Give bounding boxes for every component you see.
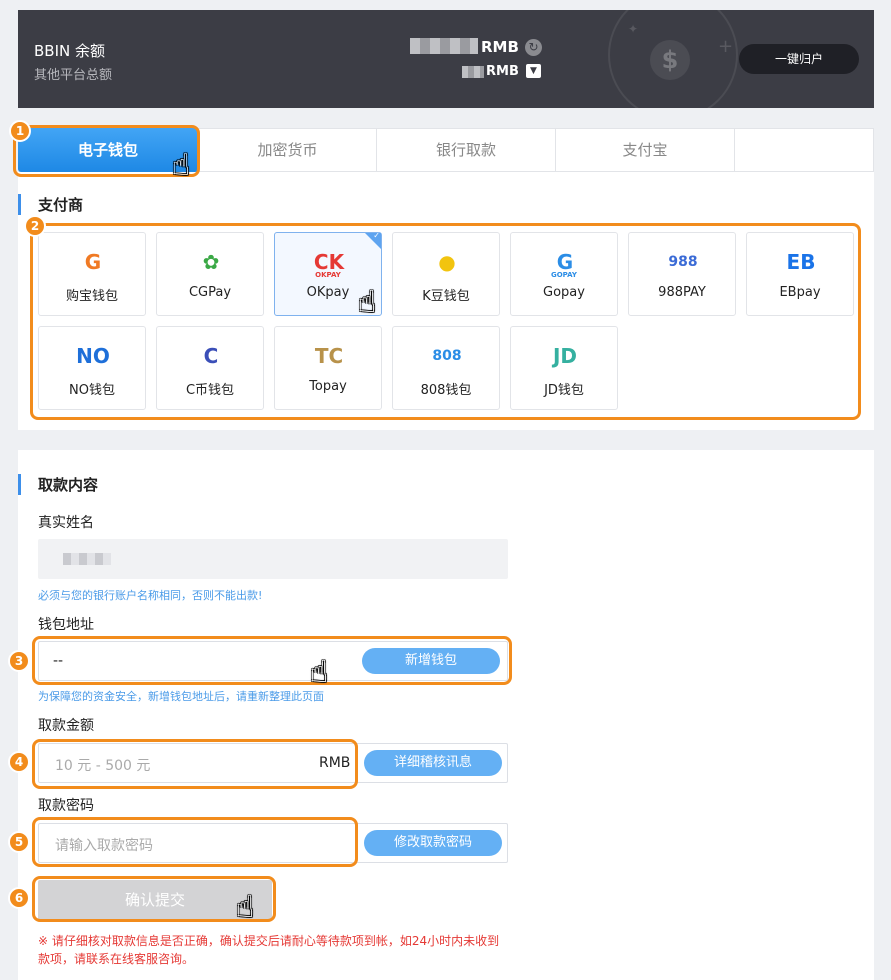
hidden-other-amount (462, 66, 484, 78)
provider-topay[interactable]: TC Topay (274, 326, 382, 410)
tab-e-wallet[interactable]: 电子钱包 (18, 128, 198, 172)
real-name-label: 真实姓名 (38, 515, 94, 531)
provider-logo-icon: G (84, 250, 102, 274)
provider-ebpay[interactable]: EB EBpay (746, 232, 854, 316)
add-wallet-button[interactable]: 新增钱包 (362, 648, 500, 674)
step-badge: 2 (24, 215, 46, 237)
sparkle-icon: ✦ (628, 22, 639, 36)
tab-alipay[interactable]: 支付宝 (555, 128, 735, 172)
provider-name: 购宝钱包 (65, 289, 118, 304)
provider-988pay[interactable]: 988 988PAY (628, 232, 736, 316)
pointer-hand-icon: ☝ (236, 890, 255, 925)
provider-name: Gopay (543, 285, 585, 300)
provider-logo-caption: OKPAY (315, 271, 341, 279)
payment-providers-card: 支付商 G 购宝钱包 ✿ CGPay CK OKPAY OKpay ✓ ● K豆钱包 G GOPAY G… (18, 172, 874, 430)
chevron-down-icon[interactable]: ▼ (526, 64, 541, 78)
tab-empty (734, 128, 874, 172)
provider-logo-icon: NO (76, 344, 110, 368)
warning-text: ※ 请仔细核对取款信息是否正确，确认提交后请耐心等待款项到帐，如24小时内未收到… (38, 934, 500, 966)
real-name-field (38, 539, 508, 579)
recall-all-button[interactable]: 一键归户 (739, 44, 859, 74)
provider-jd[interactable]: JD JD钱包 (510, 326, 618, 410)
refresh-icon[interactable]: ↻ (525, 39, 542, 56)
provider-name: CGPay (188, 285, 232, 300)
other-currency: RMB (486, 64, 519, 79)
main-currency: RMB (481, 38, 519, 56)
sparkle-icon: + (718, 36, 734, 57)
hidden-balance-amount (410, 38, 478, 54)
withdraw-method-tabs: 电子钱包 加密货币 银行取款 支付宝 (18, 128, 874, 172)
coin-icon: $ (650, 40, 690, 80)
provider-name: 808钱包 (420, 383, 472, 398)
pointer-hand-icon: ☝ (310, 655, 329, 690)
provider-name: C币钱包 (185, 383, 235, 398)
password-label: 取款密码 (38, 798, 94, 814)
provider-name: EBpay (779, 285, 821, 300)
provider-name: NO钱包 (69, 383, 115, 398)
form-section-title: 取款内容 (18, 474, 98, 495)
amount-unit: RMB (319, 755, 351, 771)
provider-no[interactable]: NO NO钱包 (38, 326, 146, 410)
provider-cgpay[interactable]: ✿ CGPay (156, 232, 264, 316)
change-password-button[interactable]: 修改取款密码 (364, 830, 502, 856)
wallet-address-hint: 为保障您的资金安全，新增钱包地址后，请重新整理此页面 (38, 690, 324, 703)
wallet-address-value: -- (53, 653, 64, 669)
provider-c[interactable]: C C币钱包 (156, 326, 264, 410)
tab-bank-withdraw[interactable]: 银行取款 (376, 128, 556, 172)
provider-name: Topay (309, 379, 347, 394)
provider-logo-icon: 808 (432, 348, 462, 364)
wallet-address-select[interactable]: -- 新增钱包 (38, 641, 508, 681)
provider-logo-icon: EB (786, 250, 816, 274)
checkmark-icon: ✓ (373, 231, 380, 240)
provider-k[interactable]: ● K豆钱包 (392, 232, 500, 316)
provider-logo-icon: ✿ (202, 250, 220, 274)
step-badge: 4 (8, 751, 30, 773)
amount-field[interactable]: 10 元 - 500 元 RMB 详细稽核讯息 (38, 743, 508, 783)
amount-input[interactable]: 10 元 - 500 元 (55, 755, 150, 775)
other-platforms-label: 其他平台总额 (34, 68, 113, 83)
password-field[interactable]: 请输入取款密码 修改取款密码 (38, 823, 508, 863)
real-name-hint: 必须与您的银行账户名称相同，否则不能出款! (38, 589, 263, 602)
providers-section-title: 支付商 (18, 194, 83, 215)
amount-label: 取款金额 (38, 718, 94, 734)
step-badge: 6 (8, 887, 30, 909)
provider-logo-icon: ● (438, 250, 456, 274)
step-badge: 3 (8, 650, 30, 672)
step-badge: 1 (9, 120, 31, 142)
balance-header: $ + ✦ BBIN 余额 其他平台总额 RMB ↻ RMB ▼ 一键归户 (18, 10, 874, 108)
pointer-hand-icon: ☝ (172, 148, 191, 183)
step-badge: 5 (8, 831, 30, 853)
provider-logo-icon: JD (552, 344, 578, 368)
provider-name: JD钱包 (544, 383, 584, 398)
wallet-address-label: 钱包地址 (38, 617, 94, 633)
balance-title: BBIN 余额 (34, 42, 105, 60)
pointer-hand-icon: ☝ (358, 285, 377, 320)
provider-name: 988PAY (658, 285, 706, 300)
provider-logo-icon: C (203, 344, 219, 368)
password-input[interactable]: 请输入取款密码 (55, 835, 153, 855)
hidden-real-name (63, 553, 111, 565)
provider-wallet[interactable]: G 购宝钱包 (38, 232, 146, 316)
provider-name: K豆钱包 (422, 289, 470, 304)
provider-logo-icon: TC (314, 344, 344, 368)
provider-gopay[interactable]: G GOPAY Gopay (510, 232, 618, 316)
withdraw-form-card: 取款内容 真实姓名 必须与您的银行账户名称相同，否则不能出款! 钱包地址 -- … (18, 450, 874, 980)
provider-logo-caption: GOPAY (550, 271, 577, 279)
provider-808[interactable]: 808 808钱包 (392, 326, 500, 410)
provider-logo-icon: 988 (668, 254, 698, 270)
tab-crypto[interactable]: 加密货币 (198, 128, 377, 172)
audit-details-button[interactable]: 详细稽核讯息 (364, 750, 502, 776)
